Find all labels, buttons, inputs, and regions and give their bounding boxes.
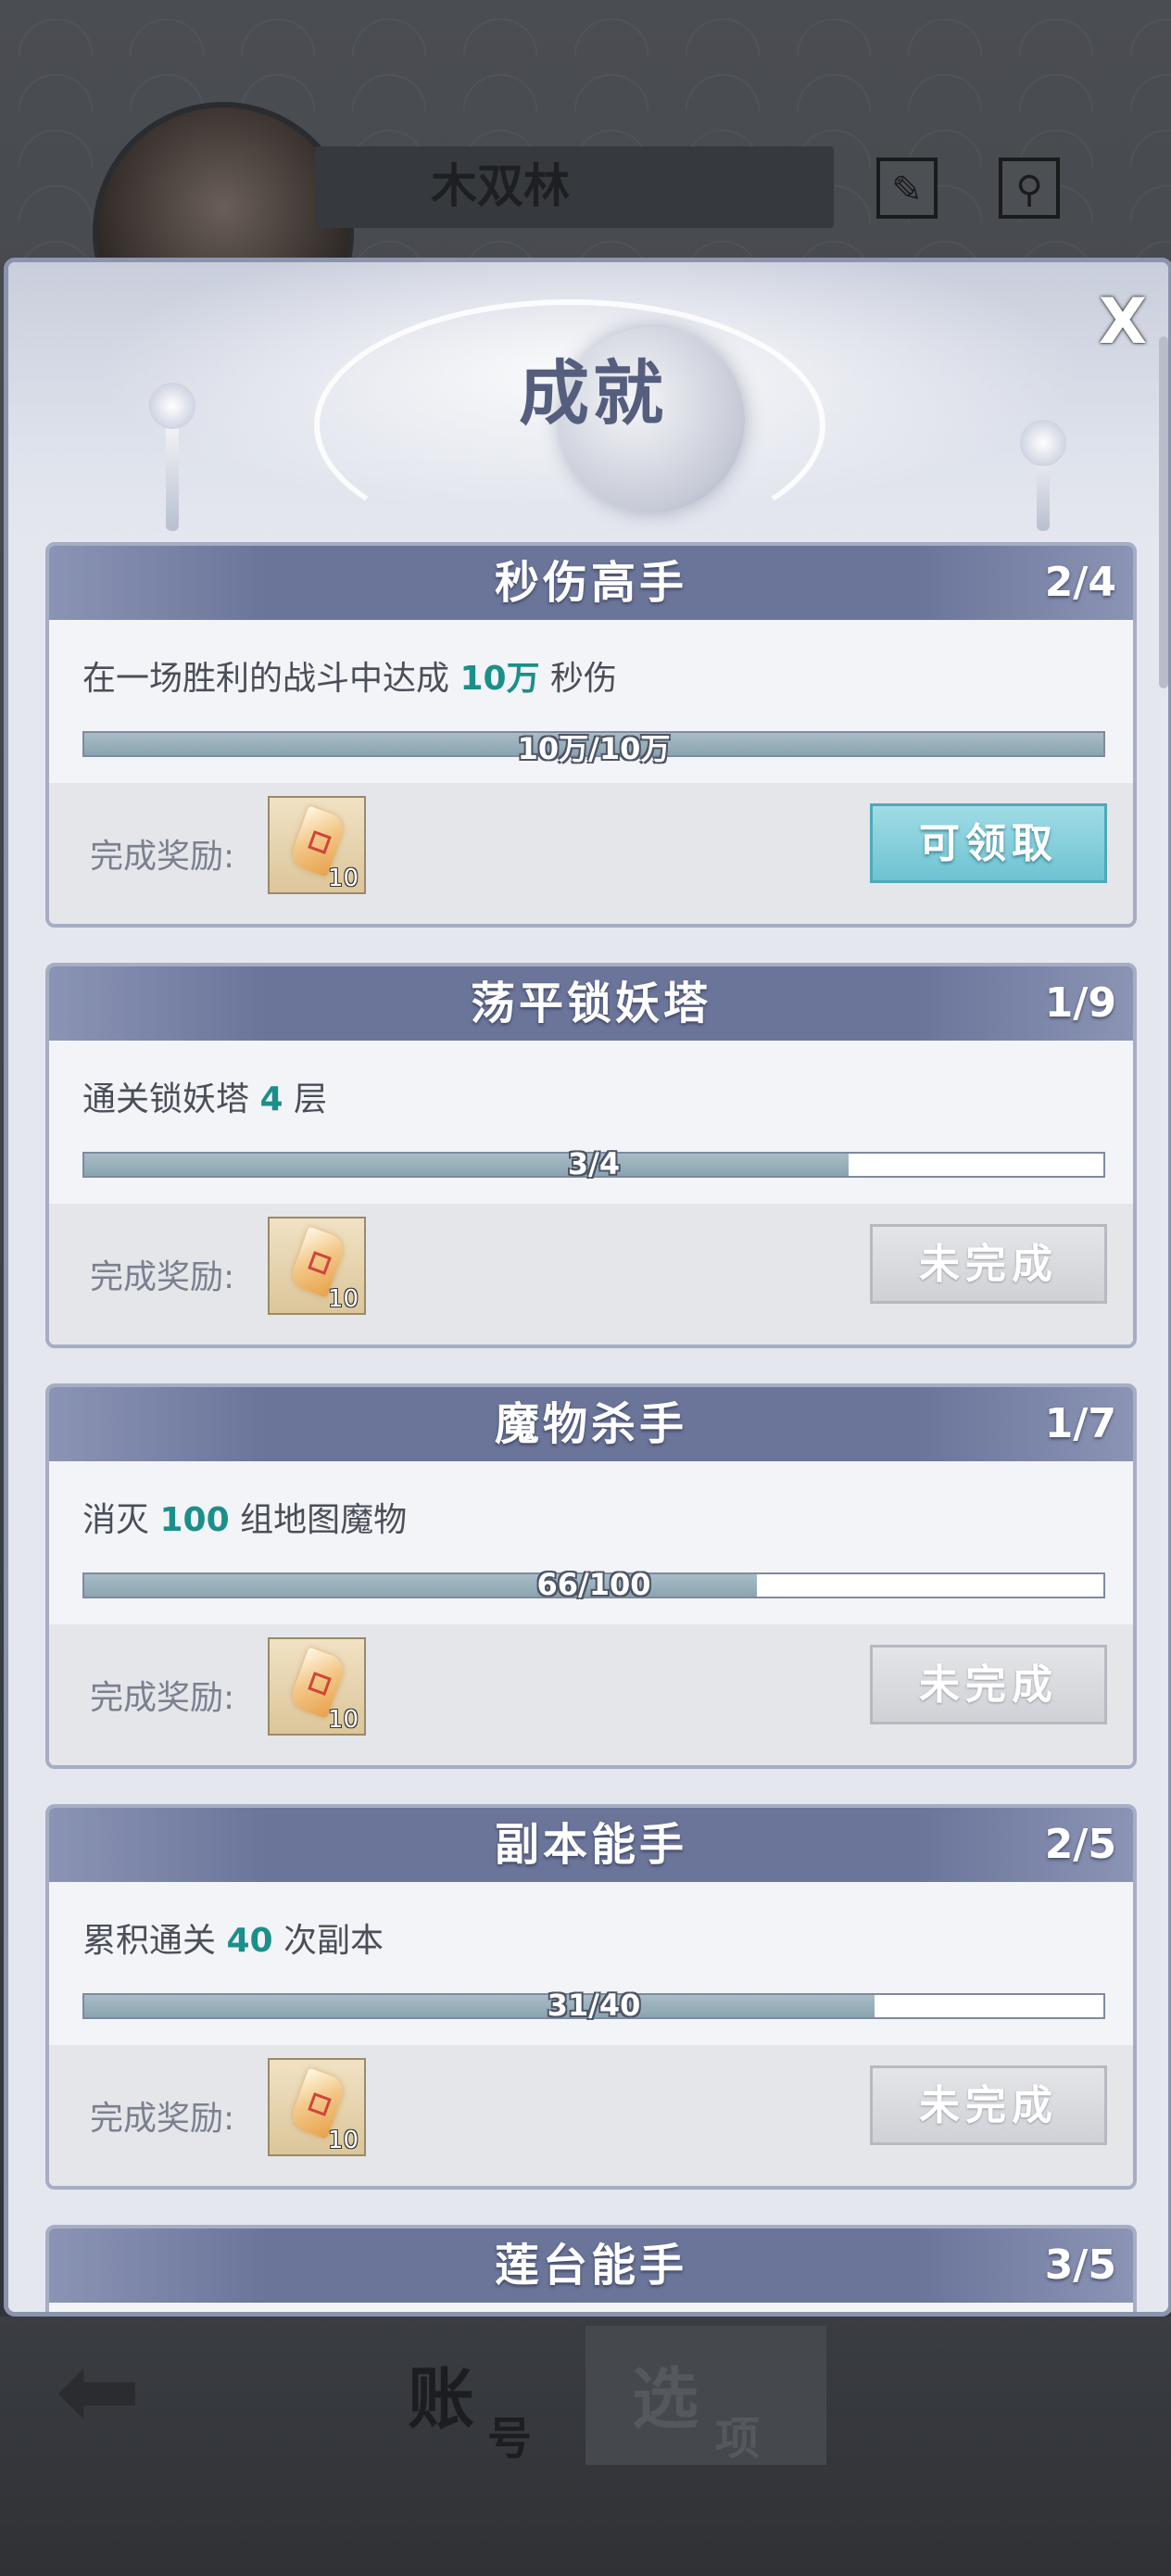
close-icon[interactable]: X (1090, 290, 1155, 355)
settings-icon[interactable]: ⚲ (999, 158, 1060, 219)
reward-item[interactable]: 10 (268, 796, 366, 894)
progress-bar: 31/40 (82, 1988, 1105, 2023)
brush-icon[interactable]: ✎ (876, 158, 938, 219)
card-title: 副本能手 (494, 1819, 687, 1871)
reward-area: 完成奖励: 10 未完成 (49, 1624, 1133, 1765)
card-title: 秒伤高手 (494, 557, 687, 609)
reward-label: 完成奖励: (90, 1258, 235, 1296)
tab-options[interactable]: 选 项 (586, 2326, 826, 2465)
card-title: 莲台能手 (494, 2240, 687, 2292)
progress-bar: 3/4 (82, 1146, 1105, 1181)
reward-quantity: 10 (327, 1706, 359, 1734)
reward-area: 完成奖励: 10 未完成 (49, 1204, 1133, 1345)
card-count: 3/5 (1044, 2241, 1116, 2289)
scrollbar[interactable] (1159, 336, 1168, 688)
desc-value: 40 (226, 1922, 273, 1960)
reward-item[interactable]: 10 (268, 1217, 366, 1315)
claim-button[interactable]: 可领取 (870, 803, 1107, 883)
dialog-title: 成就 (519, 352, 667, 435)
tab-account-label-2: 号 (487, 2413, 533, 2465)
achievements-dialog: 成就 X 秒伤高手 2/4 在一场胜利的战斗中达成 10万 秒伤 10万/10万… (4, 258, 1171, 2317)
incomplete-button[interactable]: 未完成 (870, 2065, 1107, 2145)
card-description: 累积通关 40 次副本 (82, 1913, 384, 1962)
reward-quantity: 10 (327, 1285, 359, 1313)
progress-text: 10万/10万 (517, 731, 671, 766)
card-title: 魔物杀手 (494, 1398, 687, 1450)
achievement-card: 秒伤高手 2/4 在一场胜利的战斗中达成 10万 秒伤 10万/10万 完成奖励… (45, 542, 1137, 928)
desc-prefix: 累积通关 (82, 1922, 217, 1960)
achievement-card: 副本能手 2/5 累积通关 40 次副本 31/40 完成奖励: 10 未完成 (45, 1804, 1137, 2190)
reward-item[interactable]: 10 (268, 2058, 366, 2156)
reward-label: 完成奖励: (90, 2100, 235, 2138)
card-description: 消灭 100 组地图魔物 (82, 1493, 407, 1541)
desc-suffix: 秒伤 (550, 660, 618, 698)
progress-bar: 66/100 (82, 1567, 1105, 1602)
desc-suffix: 组地图魔物 (240, 1501, 408, 1539)
reward-quantity: 10 (327, 2127, 359, 2154)
tab-options-label-1: 选 (632, 2359, 699, 2438)
achievement-card: 魔物杀手 1/7 消灭 100 组地图魔物 66/100 完成奖励: 10 未完… (45, 1383, 1137, 1769)
desc-suffix: 次副本 (283, 1922, 384, 1960)
reward-quantity: 10 (327, 865, 359, 892)
achievement-card: 莲台能手 3/5 (45, 2225, 1137, 2312)
desc-suffix: 层 (293, 1080, 327, 1118)
player-name: 木双林 (431, 158, 570, 213)
reward-label: 完成奖励: (90, 838, 235, 876)
desc-prefix: 消灭 (82, 1501, 150, 1539)
card-title: 荡平锁妖塔 (470, 978, 711, 1029)
progress-text: 66/100 (536, 1567, 651, 1602)
progress-text: 3/4 (567, 1146, 621, 1181)
card-count: 2/5 (1044, 1821, 1116, 1868)
back-arrow-icon[interactable]: ⬅ (56, 2340, 141, 2442)
desc-value: 4 (259, 1080, 283, 1118)
tab-account-label-1: 账 (408, 2359, 475, 2438)
card-count: 1/7 (1044, 1400, 1116, 1447)
tab-account[interactable]: 账 号 (398, 2335, 565, 2465)
card-description: 通关锁妖塔 4 层 (82, 1072, 327, 1120)
reward-area: 完成奖励: 10 未完成 (49, 2045, 1133, 2186)
desc-prefix: 在一场胜利的战斗中达成 (82, 660, 450, 698)
reward-label: 完成奖励: (90, 1679, 235, 1717)
desc-value: 10万 (460, 660, 540, 698)
progress-bar: 10万/10万 (82, 731, 1105, 766)
card-count: 2/4 (1044, 559, 1116, 606)
card-description: 在一场胜利的战斗中达成 10万 秒伤 (82, 651, 617, 700)
tab-options-label-2: 项 (715, 2413, 761, 2465)
desc-value: 100 (159, 1501, 230, 1539)
reward-area: 完成奖励: 10 可领取 (49, 783, 1133, 924)
progress-text: 31/40 (547, 1988, 641, 2023)
incomplete-button[interactable]: 未完成 (870, 1645, 1107, 1724)
card-count: 1/9 (1044, 979, 1116, 1027)
incomplete-button[interactable]: 未完成 (870, 1224, 1107, 1304)
achievement-card: 荡平锁妖塔 1/9 通关锁妖塔 4 层 3/4 完成奖励: 10 未完成 (45, 963, 1137, 1348)
desc-prefix: 通关锁妖塔 (82, 1080, 250, 1118)
reward-item[interactable]: 10 (268, 1637, 366, 1736)
